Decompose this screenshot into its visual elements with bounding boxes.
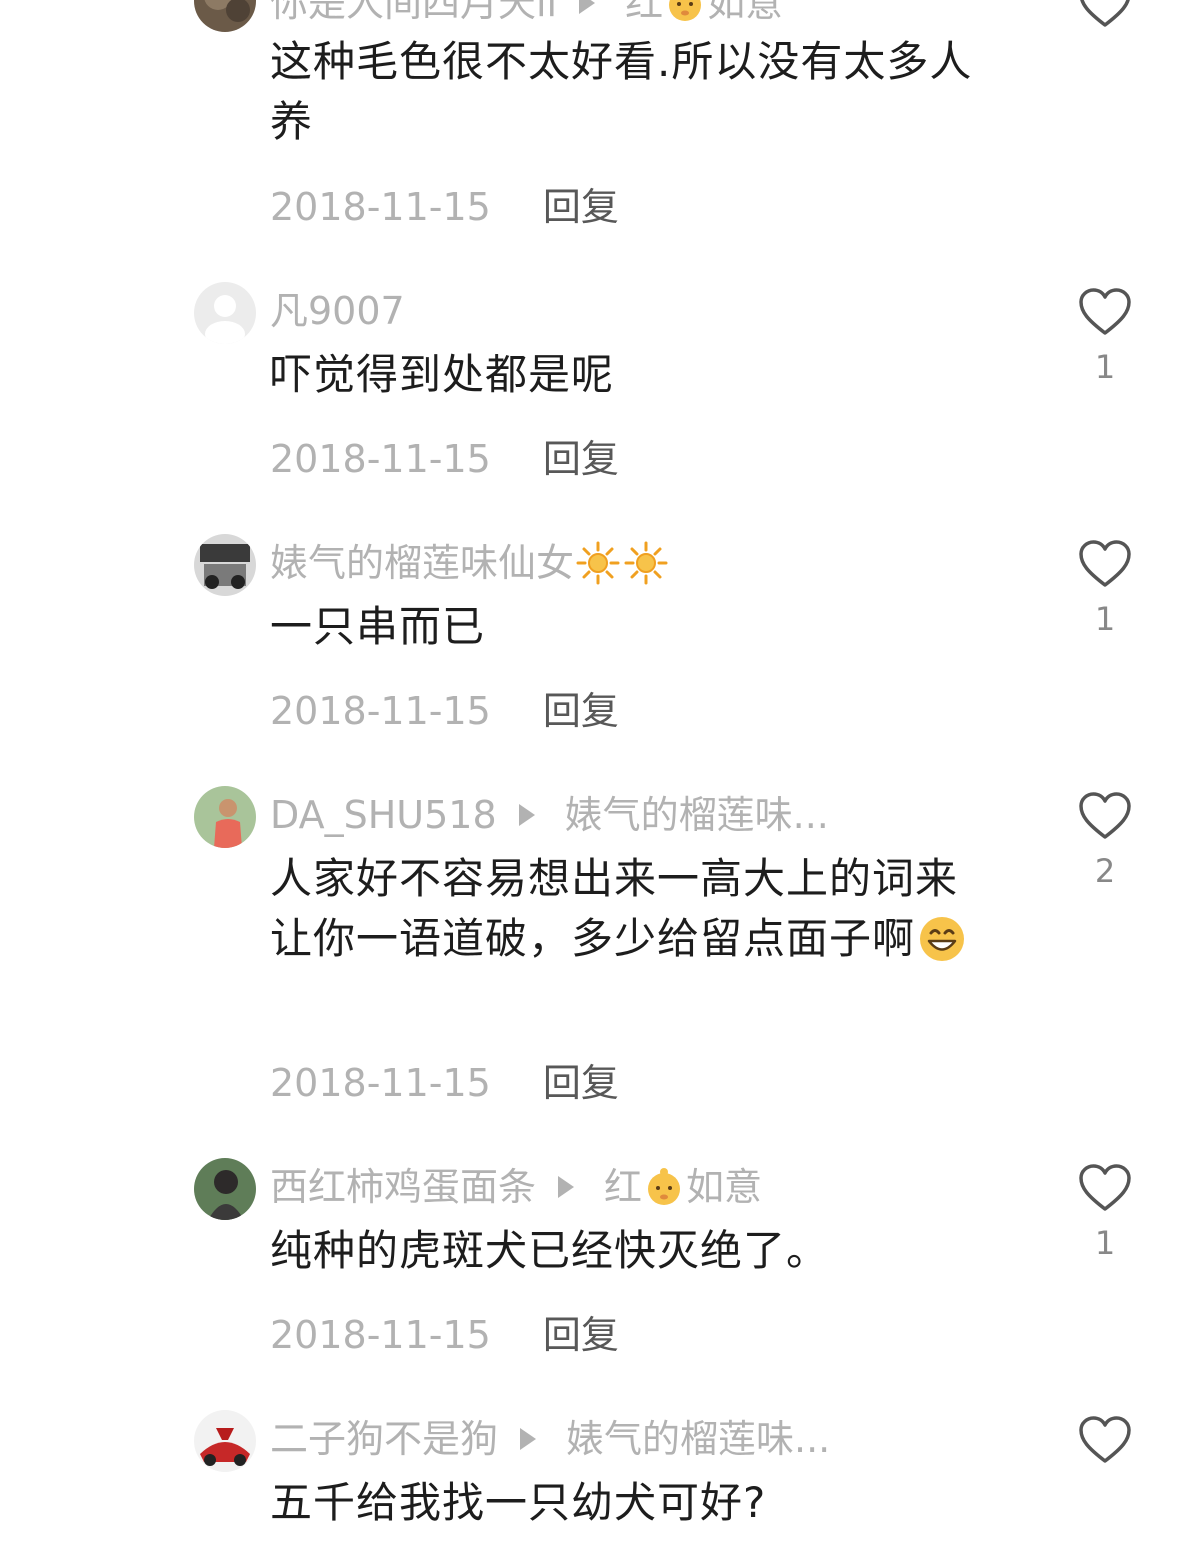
comment-text: 人家好不容易想出来一高大上的词来让你一语道破，多少给留点面子啊	[270, 849, 1000, 970]
comment-date: 2018-11-15	[270, 1313, 491, 1357]
reply-target[interactable]: 婊气的榴莲味...	[565, 793, 829, 837]
like-count: 2	[1094, 852, 1116, 890]
comment-text: 一只串而已	[270, 602, 486, 651]
comment-date: 2018-11-15	[270, 1061, 491, 1105]
like-button[interactable]	[1078, 1416, 1132, 1466]
like-count: 1	[1094, 1224, 1116, 1262]
heart-outline-icon	[1079, 792, 1131, 839]
avatar[interactable]	[194, 282, 256, 344]
like-count: 1	[1094, 600, 1116, 638]
comment-meta: 2018-11-15 回复	[270, 434, 619, 484]
play-triangle-icon	[579, 0, 596, 14]
username[interactable]: 凡9007	[270, 286, 405, 336]
comment-meta: 2018-11-15 回复	[270, 182, 619, 232]
reply-button[interactable]: 回复	[543, 1313, 619, 1357]
play-triangle-icon	[518, 803, 535, 826]
comment-text: 五千给我找一只幼犬可好?	[270, 1478, 767, 1527]
heart-outline-icon	[1079, 1416, 1131, 1463]
avatar[interactable]	[194, 534, 256, 596]
name-line: 西红柿鸡蛋面条 红如意	[270, 1162, 762, 1212]
name-line: 婊气的榴莲味仙女	[270, 538, 670, 588]
comment-meta: 2018-11-15 回复	[270, 686, 619, 736]
reply-button[interactable]: 回复	[543, 689, 619, 733]
username[interactable]: 婊气的榴莲味仙女	[270, 541, 574, 585]
baby-emoji-icon	[644, 1167, 684, 1207]
reply-target[interactable]: 红如意	[604, 1165, 762, 1209]
play-triangle-icon	[558, 1175, 575, 1198]
username[interactable]: DA_SHU518	[270, 793, 497, 837]
comment-date: 2018-11-15	[270, 437, 491, 481]
reply-button[interactable]: 回复	[543, 437, 619, 481]
reply-button[interactable]: 回复	[543, 1061, 619, 1105]
avatar[interactable]	[194, 1410, 256, 1472]
comment-text: 吓觉得到处都是呢	[270, 350, 615, 399]
comment-date: 2018-11-15	[270, 689, 491, 733]
heart-outline-icon	[1079, 288, 1131, 335]
reply-target[interactable]: 婊气的榴莲味...	[566, 1417, 830, 1461]
grinning-face-emoji-icon	[917, 914, 967, 964]
name-line: DA_SHU518 婊气的榴莲味...	[270, 790, 829, 840]
heart-outline-icon	[1080, 0, 1130, 27]
heart-outline-icon	[1079, 540, 1131, 587]
comment-meta: 2018-11-15 回复	[270, 1058, 619, 1108]
username[interactable]: 二子狗不是狗	[270, 1417, 498, 1461]
sun-emoji-icon	[624, 541, 668, 585]
reply-button[interactable]: 回复	[543, 185, 619, 229]
avatar[interactable]	[194, 1158, 256, 1220]
heart-outline-icon	[1079, 1164, 1131, 1211]
like-count: 1	[1094, 348, 1116, 386]
reply-target[interactable]: 红如意	[625, 0, 783, 25]
sun-emoji-icon	[576, 541, 620, 585]
like-button[interactable]	[1078, 1164, 1132, 1214]
like-button[interactable]	[1078, 792, 1132, 842]
comment-thread: 你是人间四月天ll 红如意 这种毛色很不太好看.所以没有太多人养 2018-11-…	[0, 0, 1188, 1562]
like-button[interactable]	[1078, 540, 1132, 590]
name-line: 二子狗不是狗 婊气的榴莲味...	[270, 1414, 830, 1464]
name-line: 你是人间四月天ll 红如意	[270, 0, 783, 28]
like-button[interactable]	[1078, 288, 1132, 338]
play-triangle-icon	[520, 1427, 537, 1450]
baby-emoji-icon	[665, 0, 705, 23]
comment-text: 这种毛色很不太好看.所以没有太多人养	[270, 37, 973, 146]
username[interactable]: 西红柿鸡蛋面条	[270, 1165, 536, 1209]
avatar[interactable]	[194, 0, 256, 32]
avatar[interactable]	[194, 786, 256, 848]
comment-date: 2018-11-15	[270, 185, 491, 229]
like-button[interactable]	[1078, 0, 1132, 30]
comment-text: 纯种的虎斑犬已经快灭绝了。	[270, 1226, 830, 1275]
username[interactable]: 你是人间四月天ll	[270, 0, 557, 25]
comment-meta: 2018-11-15 回复	[270, 1310, 619, 1360]
